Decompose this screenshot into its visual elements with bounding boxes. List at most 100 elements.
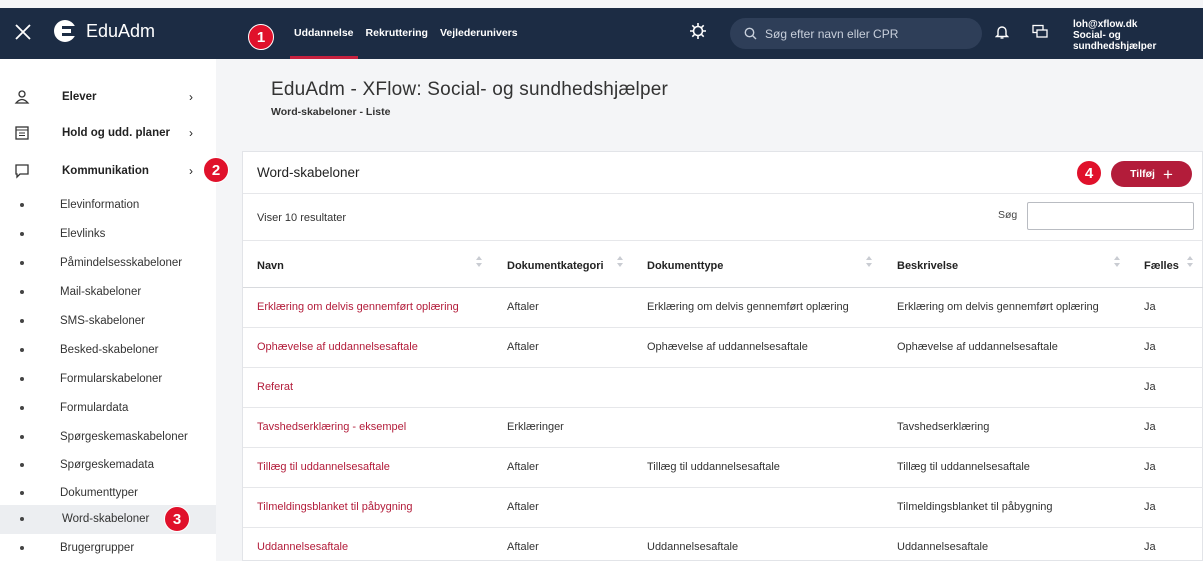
template-link[interactable]: Tillæg til uddannelsesaftale bbox=[257, 461, 390, 473]
sidebar-sub-label: Formulardata bbox=[60, 402, 129, 414]
sidebar-item-hold[interactable]: Hold og udd. planer › bbox=[0, 115, 216, 151]
user-email: loh@xflow.dk bbox=[1073, 19, 1138, 30]
cell-faelles: Ja bbox=[1144, 341, 1156, 353]
sidebar-sub-label: Formularskabeloner bbox=[60, 373, 163, 385]
sort-icon[interactable] bbox=[617, 256, 623, 270]
chevron-right-icon: › bbox=[189, 126, 193, 140]
settings-cog-icon[interactable] bbox=[689, 22, 707, 40]
nav-vejlederunivers[interactable]: Vejlederunivers bbox=[440, 8, 518, 59]
global-search[interactable]: Søg efter navn eller CPR bbox=[730, 18, 982, 49]
sidebar-item-kommunikation[interactable]: Kommunikation › bbox=[0, 153, 216, 189]
cell-faelles: Ja bbox=[1144, 421, 1156, 433]
bullet-icon bbox=[20, 491, 24, 495]
card-title: Word-skabeloner bbox=[257, 165, 360, 180]
cell-faelles: Ja bbox=[1144, 461, 1156, 473]
column-header-dokumentkategori[interactable]: Dokumentkategori bbox=[507, 260, 604, 272]
sidebar-sub-label: Brugergrupper bbox=[60, 542, 135, 554]
main-nav: Uddannelse Rekruttering Vejlederunivers bbox=[290, 8, 530, 59]
bullet-icon bbox=[20, 377, 24, 381]
sidebar-sub-label: SMS-skabeloner bbox=[60, 315, 146, 327]
annotation-badge-4: 4 bbox=[1076, 160, 1102, 186]
cell-dokumentkategori: Aftaler bbox=[507, 301, 539, 313]
app-name: EduAdm bbox=[86, 20, 156, 41]
sort-icon[interactable] bbox=[866, 256, 872, 270]
table-search-label: Søg bbox=[998, 209, 1018, 221]
sidebar-item-label: Kommunikation bbox=[62, 165, 149, 177]
template-link[interactable]: Erklæring om delvis gennemført oplæring bbox=[257, 301, 459, 313]
cell-beskrivelse: Uddannelsesaftale bbox=[897, 541, 989, 553]
cell-beskrivelse: Ophævelse af uddannelsesaftale bbox=[897, 341, 1058, 353]
results-count: Viser 10 resultater bbox=[257, 212, 347, 224]
sidebar-sub-label: Besked-skabeloner bbox=[60, 344, 159, 356]
template-link[interactable]: Uddannelsesaftale bbox=[257, 541, 348, 553]
user-org: Social- og sundhedshjælper bbox=[1073, 30, 1157, 52]
app-logo[interactable]: EduAdm bbox=[54, 20, 155, 42]
cell-dokumenttype: Tillæg til uddannelsesaftale bbox=[647, 461, 780, 473]
sidebar-sub-item[interactable]: Spørgeskemaskabeloner bbox=[0, 423, 216, 452]
table-search-input[interactable] bbox=[1027, 202, 1194, 230]
column-header-faelles[interactable]: Fælles bbox=[1144, 260, 1179, 272]
notification-bell-icon[interactable] bbox=[995, 24, 1009, 40]
add-button[interactable]: Tilføj + bbox=[1111, 161, 1192, 187]
chat-icon bbox=[15, 164, 29, 179]
bullet-icon bbox=[20, 435, 24, 439]
template-link[interactable]: Ophævelse af uddannelsesaftale bbox=[257, 341, 418, 353]
sidebar-sub-item[interactable]: Spørgeskemadata bbox=[0, 451, 216, 480]
sidebar-sub-label: Spørgeskemaskabeloner bbox=[60, 431, 188, 443]
table-row: Erklæring om delvis gennemført oplæring … bbox=[243, 288, 1203, 328]
person-icon bbox=[14, 90, 30, 104]
cell-faelles: Ja bbox=[1144, 501, 1156, 513]
table-row: Tilmeldingsblanket til påbygning Aftaler… bbox=[243, 488, 1203, 528]
cell-dokumentkategori: Aftaler bbox=[507, 501, 539, 513]
annotation-badge-3: 3 bbox=[164, 506, 190, 532]
sidebar-sub-item[interactable]: Formulardata bbox=[0, 394, 216, 423]
chevron-right-icon: › bbox=[189, 90, 193, 104]
sidebar-item-label: Elever bbox=[62, 91, 97, 103]
close-menu-icon[interactable] bbox=[12, 21, 34, 43]
cell-dokumentkategori: Erklæringer bbox=[507, 421, 564, 433]
sort-icon[interactable] bbox=[1114, 256, 1120, 270]
sidebar-sub-label: Mail-skabeloner bbox=[60, 286, 142, 298]
sidebar-sub-item[interactable]: Påmindelsesskabeloner bbox=[0, 249, 216, 278]
sidebar-sub-label: Elevinformation bbox=[60, 199, 140, 211]
table-row: Tillæg til uddannelsesaftale Aftaler Til… bbox=[243, 448, 1203, 488]
sidebar-sub-label: Dokumenttyper bbox=[60, 487, 138, 499]
chevron-right-icon: › bbox=[189, 164, 193, 178]
column-header-dokumenttype[interactable]: Dokumenttype bbox=[647, 260, 723, 272]
table-row: Uddannelsesaftale Aftaler Uddannelsesaft… bbox=[243, 528, 1203, 561]
messages-icon[interactable] bbox=[1032, 24, 1048, 40]
template-link[interactable]: Referat bbox=[257, 381, 293, 393]
bullet-icon bbox=[20, 546, 24, 550]
bullet-icon bbox=[20, 261, 24, 265]
search-placeholder: Søg efter navn eller CPR bbox=[765, 26, 899, 41]
template-link[interactable]: Tavshedserklæring - eksempel bbox=[257, 421, 406, 433]
sidebar-sub-item[interactable]: Elevinformation bbox=[0, 191, 216, 220]
sidebar-sub-item[interactable]: Mail-skabeloner bbox=[0, 278, 216, 307]
sidebar-sub-item[interactable]: Brugergrupper bbox=[0, 534, 216, 561]
bullet-icon bbox=[20, 463, 24, 467]
sidebar-sub-item[interactable]: Besked-skabeloner bbox=[0, 336, 216, 365]
cell-dokumentkategori: Aftaler bbox=[507, 341, 539, 353]
sidebar-sub-label: Word-skabeloner bbox=[62, 513, 150, 525]
bullet-icon bbox=[20, 232, 24, 236]
sidebar-sub-item[interactable]: Dokumenttyper bbox=[0, 479, 216, 508]
sidebar-sub-item[interactable]: Formularskabeloner bbox=[0, 365, 216, 394]
sort-icon[interactable] bbox=[476, 256, 482, 270]
bullet-icon bbox=[20, 319, 24, 323]
calendar-icon bbox=[15, 126, 29, 140]
sidebar-sub-label: Spørgeskemadata bbox=[60, 459, 154, 471]
nav-uddannelse[interactable]: Uddannelse bbox=[290, 8, 358, 59]
bullet-icon bbox=[20, 406, 24, 410]
sidebar-sub-item[interactable]: Elevlinks bbox=[0, 220, 216, 249]
user-menu[interactable]: loh@xflow.dk Social- og sundhedshjælper bbox=[1073, 19, 1203, 52]
sidebar-sub-item[interactable]: SMS-skabeloner bbox=[0, 307, 216, 336]
table-row: Tavshedserklæring - eksempel Erklæringer… bbox=[243, 408, 1203, 448]
column-header-navn[interactable]: Navn bbox=[257, 260, 284, 272]
column-header-beskrivelse[interactable]: Beskrivelse bbox=[897, 260, 958, 272]
template-link[interactable]: Tilmeldingsblanket til påbygning bbox=[257, 501, 413, 513]
cell-dokumentkategori: Aftaler bbox=[507, 541, 539, 553]
sort-icon[interactable] bbox=[1187, 256, 1193, 270]
sidebar-item-elever[interactable]: Elever › bbox=[0, 79, 216, 115]
bullet-icon bbox=[20, 203, 24, 207]
nav-rekruttering[interactable]: Rekruttering bbox=[366, 8, 428, 59]
